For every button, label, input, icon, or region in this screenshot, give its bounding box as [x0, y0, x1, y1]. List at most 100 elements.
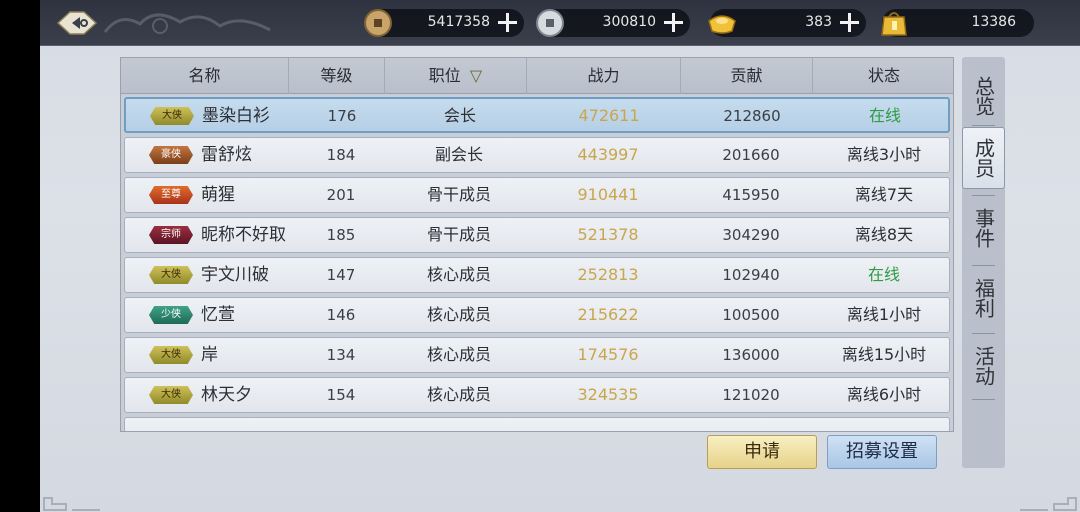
member-contribution: 100500: [722, 306, 780, 324]
member-level: 201: [326, 186, 356, 204]
screen-edge: [0, 0, 40, 512]
recruit-settings-button[interactable]: 招募设置: [827, 435, 937, 469]
back-arrow-icon: [56, 11, 98, 35]
tab-separator: [972, 125, 995, 126]
silver-coin-icon: [536, 9, 564, 37]
corner-ornament-icon: [1020, 497, 1077, 511]
member-level: 134: [326, 346, 356, 364]
member-position: 骨干成员: [426, 185, 491, 204]
gold-ingot-icon: [708, 15, 736, 34]
member-power: 521378: [577, 225, 639, 244]
table-row[interactable]: 大侠 墨染白衫 176 会长 472611 212860 在线: [124, 97, 950, 133]
member-contribution: 201660: [722, 146, 780, 164]
tab-events[interactable]: 事件: [962, 197, 1005, 259]
sort-down-icon: ▽: [469, 66, 483, 85]
copper-add-button[interactable]: [496, 11, 518, 33]
member-level: 154: [326, 386, 356, 404]
silver-value: 300810: [602, 14, 656, 30]
member-level: 147: [326, 266, 356, 284]
cloud-decoration-icon: [103, 13, 271, 34]
member-position: 核心成员: [426, 345, 491, 364]
gold-add-button[interactable]: [838, 11, 860, 33]
copper-coin-icon: [364, 9, 392, 37]
table-row[interactable]: 大侠岸 134 核心成员 174576 136000 离线15小时: [124, 337, 950, 373]
silver-add-button[interactable]: [662, 11, 684, 33]
rank-badge: 少侠: [149, 306, 193, 324]
member-level: 146: [326, 306, 356, 324]
member-contribution: 304290: [722, 226, 780, 244]
apply-button[interactable]: 申请: [707, 435, 817, 469]
member-status: 离线15小时: [841, 345, 927, 364]
member-power: 910441: [577, 185, 639, 204]
header-power[interactable]: 战力: [527, 58, 681, 94]
tab-separator: [972, 195, 995, 196]
table-row[interactable]: 大侠 林天夕 154 核心成员 324535 121020 离线6小时: [124, 377, 950, 413]
table-row[interactable]: 少侠 忆萱 146 核心成员 215622 100500 离线1小时: [124, 297, 950, 333]
member-contribution: 212860: [723, 107, 781, 125]
header-contribution[interactable]: 贡献: [681, 58, 813, 94]
member-contribution: 102940: [722, 266, 780, 284]
table-header: 名称 等级 职位 ▽ 战力 贡献 状态: [121, 58, 953, 94]
member-table: 名称 等级 职位 ▽ 战力 贡献 状态 大侠 墨染白衫 176 会长 472611 212…: [120, 57, 954, 432]
table-row-partial: [124, 417, 950, 431]
header-position-label: 职位: [428, 66, 461, 85]
tab-benefits[interactable]: 福利: [962, 267, 1005, 329]
rank-badge: 至尊: [149, 186, 193, 204]
member-power: 324535: [577, 385, 639, 404]
gift-currency: 13386: [881, 9, 1034, 37]
gift-value: 13386: [971, 14, 1016, 30]
member-contribution: 415950: [722, 186, 780, 204]
member-power: 252813: [577, 265, 639, 284]
silver-currency: 300810: [536, 9, 690, 37]
member-position: 副会长: [434, 145, 483, 164]
member-level: 184: [326, 146, 356, 164]
rank-badge: 大侠: [149, 386, 193, 404]
member-status: 在线: [867, 265, 900, 284]
tab-separator: [972, 399, 995, 400]
member-status: 离线3小时: [846, 145, 922, 164]
member-status: 离线1小时: [846, 305, 922, 324]
rank-badge: 宗师: [149, 226, 193, 244]
member-status: 离线6小时: [846, 385, 922, 404]
member-position: 骨干成员: [426, 225, 491, 244]
side-tab-bar: 总览 成员事件福利 活动: [962, 57, 1005, 468]
table-row[interactable]: 大侠 宇文川破 147 核心成员 252813 102940 在线: [124, 257, 950, 293]
tab-overview[interactable]: 总览: [962, 65, 1005, 127]
tab-separator: [972, 265, 995, 266]
gift-bag-icon: [881, 12, 907, 36]
member-position: 核心成员: [426, 265, 491, 284]
member-status: 在线: [868, 106, 901, 125]
table-row[interactable]: 豪侠 雷舒炫 184 副会长 443997 201660 离线3小时: [124, 137, 950, 173]
member-status: 离线8天: [854, 225, 914, 244]
corner-ornament-icon: [43, 497, 100, 511]
rank-badge: 豪侠: [149, 146, 193, 164]
member-power: 174576: [577, 345, 639, 364]
member-level: 185: [326, 226, 356, 244]
rank-badge: 大侠: [149, 266, 193, 284]
tab-separator: [972, 333, 995, 334]
member-position: 核心成员: [426, 305, 491, 324]
rank-badge: 大侠: [150, 107, 194, 125]
gold-currency: 383: [708, 9, 866, 37]
member-contribution: 136000: [722, 346, 780, 364]
game-screen: 5417358 300810 383 13386 名称 等级 职位 ▽ 战力 贡…: [0, 0, 1080, 512]
table-row[interactable]: 宗师 昵称不好取 185 骨干成员 521378 304290 离线8天: [124, 217, 950, 253]
member-power: 472611: [578, 106, 640, 125]
copper-currency: 5417358: [364, 9, 524, 37]
rank-badge: 大侠: [149, 346, 193, 364]
member-power: 215622: [577, 305, 639, 324]
copper-value: 5417358: [427, 14, 490, 30]
header-name[interactable]: 名称: [121, 58, 289, 94]
top-bar: 5417358 300810 383 13386: [40, 0, 1080, 46]
member-power: 443997: [577, 145, 639, 164]
table-row[interactable]: 至尊 萌猩 201 骨干成员 910441 415950 离线7天: [124, 177, 950, 213]
header-status[interactable]: 状态: [813, 58, 953, 94]
member-status: 离线7天: [854, 185, 914, 204]
header-position[interactable]: 职位 ▽: [385, 58, 527, 94]
member-level: 176: [327, 107, 357, 125]
tab-activities[interactable]: 活动: [962, 335, 1005, 397]
back-button[interactable]: [48, 6, 106, 40]
header-level[interactable]: 等级: [289, 58, 385, 94]
tab-members[interactable]: 成员: [962, 127, 1005, 189]
member-contribution: 121020: [722, 386, 780, 404]
